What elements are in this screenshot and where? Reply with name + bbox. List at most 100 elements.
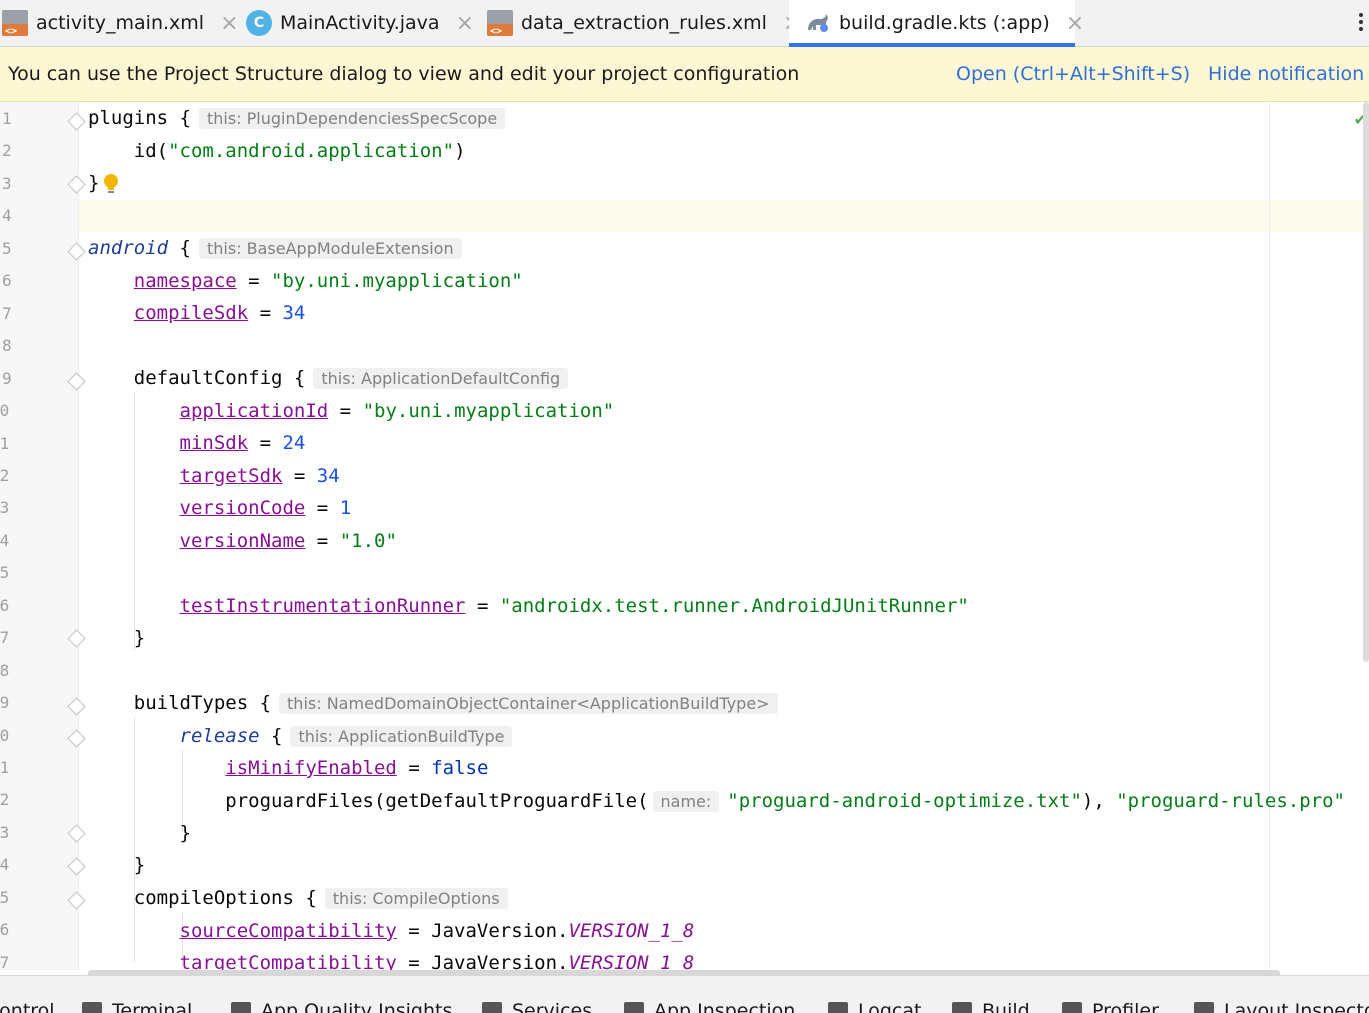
code-editor[interactable]: 1234567891011121314151617181920212223242… (0, 102, 1369, 970)
code-line-23: } (88, 822, 191, 844)
line-number: 22 (0, 790, 10, 810)
terminal-icon (82, 1002, 102, 1013)
line-number: 24 (0, 855, 10, 875)
tool-version-control[interactable]: Version Control (0, 1000, 55, 1013)
code-line-25: compileOptions {this: CompileOptions (88, 887, 508, 909)
code-line-7: compileSdk = 34 (133, 302, 306, 324)
code-line-5: android {this: BaseAppModuleExtension (88, 237, 462, 259)
line-number-gutter (0, 102, 79, 970)
close-tab-icon[interactable]: × (1066, 11, 1084, 36)
tool-profiler[interactable]: Profiler (1062, 1000, 1159, 1013)
line-number: 6 (2, 271, 12, 291)
tool-build[interactable]: Build (952, 1000, 1030, 1013)
code-line-2: id("com.android.application") (88, 140, 466, 162)
notification-message: You can use the Project Structure dialog… (8, 63, 800, 85)
code-line-17: } (88, 627, 146, 649)
line-number: 13 (0, 498, 10, 518)
code-line-1: plugins {this: PluginDependenciesSpecSco… (88, 107, 506, 129)
close-tab-icon[interactable]: × (456, 11, 474, 36)
line-number: 21 (0, 758, 10, 777)
inlay-hint: this: BaseAppModuleExtension (198, 238, 462, 259)
inlay-hint: this: ApplicationBuildType (290, 726, 513, 747)
app-inspection-icon (624, 1002, 644, 1013)
inlay-hint: this: CompileOptions (324, 888, 508, 909)
line-number: 25 (0, 887, 10, 907)
code-keyword: plugins (88, 107, 169, 129)
xml-file-icon (487, 10, 513, 37)
line-number: 12 (0, 465, 10, 485)
code-line-10: applicationId = "by.uni.myapplication" (179, 400, 615, 422)
code-line-3: } (88, 172, 100, 194)
logcat-icon (828, 1002, 848, 1013)
hide-notification-link[interactable]: Hide notification (1208, 63, 1364, 85)
line-number: 5 (2, 238, 12, 258)
line-number: 4 (2, 206, 12, 226)
line-number: 19 (0, 693, 10, 713)
open-project-structure-link[interactable]: Open (Ctrl+Alt+Shift+S) (956, 63, 1190, 85)
inlay-hint: this: ApplicationDefaultConfig (313, 368, 569, 389)
line-number: 8 (2, 336, 12, 356)
current-line-highlight (78, 200, 1368, 232)
app-quality-icon (231, 1002, 251, 1013)
tool-services[interactable]: Services (482, 1000, 592, 1013)
tool-app-quality-insights[interactable]: App Quality Insights (231, 1000, 452, 1013)
inlay-hint: this: PluginDependenciesSpecScope (198, 108, 506, 129)
line-number: 2 (2, 141, 12, 161)
line-number: 17 (0, 628, 10, 648)
code-line-11: minSdk = 24 (179, 432, 306, 454)
vertical-scrollbar[interactable] (1363, 102, 1369, 662)
code-line-19: buildTypes {this: NamedDomainObjectConta… (88, 692, 778, 714)
line-number: 1 (2, 109, 12, 128)
tab-mainactivity-java[interactable]: C MainActivity.java × (246, 0, 474, 46)
line-number: 10 (0, 401, 10, 421)
line-number: 14 (0, 530, 10, 550)
code-line-13: versionCode = 1 (179, 497, 352, 519)
line-number: 16 (0, 595, 10, 615)
inlay-hint: this: NamedDomainObjectContainer<Applica… (279, 693, 778, 714)
code-line-21: isMinifyEnabled = false (225, 757, 489, 779)
line-number: 15 (0, 563, 10, 583)
code-line-12: targetSdk = 34 (179, 465, 340, 487)
line-number: 18 (0, 660, 10, 680)
tab-data-extraction-rules-xml[interactable]: data_extraction_rules.xml × (487, 0, 801, 46)
right-margin-guide (1269, 102, 1270, 970)
project-structure-notification: You can use the Project Structure dialog… (0, 47, 1369, 102)
code-line-26: sourceCompatibility = JavaVersion.VERSIO… (179, 920, 695, 942)
java-class-icon: C (246, 10, 272, 36)
build-icon (952, 1002, 972, 1013)
line-number: 7 (2, 303, 12, 323)
code-line-20: release {this: ApplicationBuildType (88, 725, 513, 747)
code-line-6: namespace = "by.uni.myapplication" (133, 270, 523, 292)
line-number: 20 (0, 725, 10, 745)
tab-label: build.gradle.kts (:app) (839, 12, 1050, 34)
editor-tab-bar: activity_main.xml × C MainActivity.java … (0, 0, 1369, 47)
code-line-22: proguardFiles(getDefaultProguardFile(nam… (88, 790, 1345, 812)
code-line-24: } (88, 854, 146, 876)
line-number: 27 (0, 952, 10, 970)
gradle-icon (805, 10, 831, 36)
inlay-hint: name: (652, 791, 720, 812)
layout-inspector-icon (1194, 1002, 1214, 1013)
services-icon (482, 1002, 502, 1013)
xml-file-icon (2, 10, 28, 37)
tab-label: activity_main.xml (36, 12, 205, 34)
tab-label: MainActivity.java (280, 12, 440, 34)
tool-logcat[interactable]: Logcat (828, 1000, 921, 1013)
line-number: 3 (2, 173, 12, 193)
line-number: 11 (0, 433, 10, 453)
code-line-27: targetCompatibility = JavaVersion.VERSIO… (179, 952, 695, 970)
tool-app-inspection[interactable]: App Inspection (624, 1000, 795, 1013)
tool-layout-inspector[interactable]: Layout Inspector (1194, 1000, 1369, 1013)
more-tabs-icon[interactable] (1357, 10, 1365, 36)
tab-build-gradle-kts[interactable]: build.gradle.kts (:app) × (789, 0, 1084, 47)
lightbulb-icon[interactable] (102, 173, 120, 195)
tool-terminal[interactable]: Terminal (82, 1000, 192, 1013)
tab-activity-main-xml[interactable]: activity_main.xml × (2, 0, 239, 46)
tab-label: data_extraction_rules.xml (521, 12, 767, 34)
line-number: 23 (0, 822, 10, 842)
tool-window-bar: Version Control Terminal App Quality Ins… (0, 975, 1369, 1013)
close-tab-icon[interactable]: × (220, 11, 238, 36)
code-line-14: versionName = "1.0" (179, 530, 397, 552)
line-number: 26 (0, 920, 10, 940)
profiler-icon (1062, 1002, 1082, 1013)
